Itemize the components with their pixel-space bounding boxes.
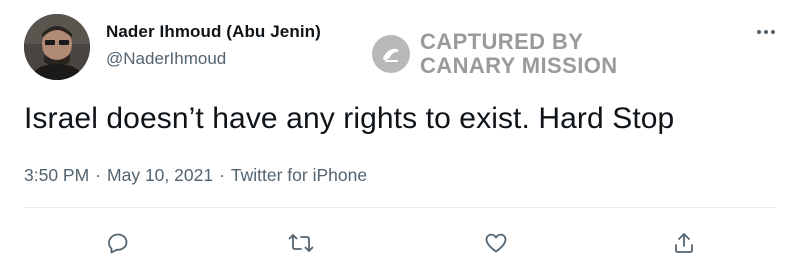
avatar-image (24, 14, 90, 80)
author-name[interactable]: Nader Ihmoud (Abu Jenin) (106, 22, 321, 42)
more-options-button[interactable] (752, 22, 780, 42)
share-icon (675, 233, 693, 253)
watermark-line-2: CANARY MISSION (420, 53, 618, 78)
meta-separator: · (219, 164, 225, 185)
retweet-button[interactable] (284, 226, 318, 260)
tweet-meta: 3:50 PM · May 10, 2021 · Twitter for iPhone (24, 164, 367, 186)
avatar[interactable] (24, 14, 90, 80)
reply-icon (108, 233, 128, 254)
like-button[interactable] (479, 226, 513, 260)
tweet-date[interactable]: May 10, 2021 (107, 165, 213, 185)
share-button[interactable] (667, 226, 701, 260)
more-horizontal-icon (757, 30, 775, 34)
tweet-text: Israel doesn’t have any rights to exist.… (24, 102, 675, 135)
tweet-card: Nader Ihmoud (Abu Jenin) @NaderIhmoud CA… (0, 0, 800, 276)
retweet-icon (288, 234, 314, 252)
watermark: CAPTURED BY CANARY MISSION (372, 30, 618, 78)
reply-button[interactable] (101, 226, 135, 260)
divider (24, 207, 776, 208)
tweet-source[interactable]: Twitter for iPhone (231, 165, 367, 185)
heart-icon (485, 233, 507, 253)
canary-logo-icon (372, 35, 410, 73)
tweet-time[interactable]: 3:50 PM (24, 165, 89, 185)
author-handle[interactable]: @NaderIhmoud (106, 49, 226, 69)
meta-separator: · (95, 164, 102, 185)
watermark-line-1: CAPTURED BY (420, 29, 584, 54)
